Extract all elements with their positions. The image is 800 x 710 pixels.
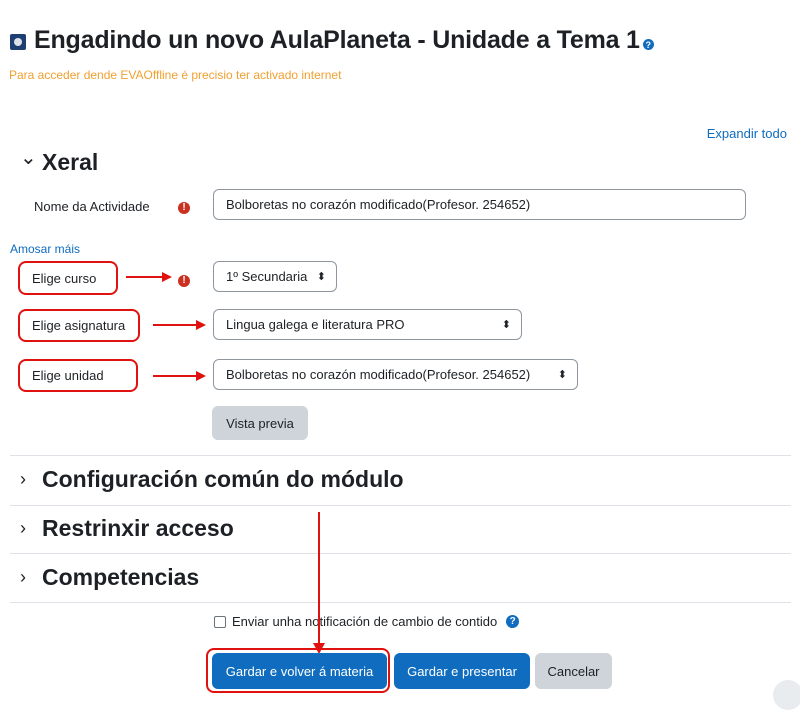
course-select-value: 1º Secundaria [226, 269, 308, 284]
preview-button[interactable]: Vista previa [212, 406, 308, 440]
aulaplaneta-icon [10, 33, 26, 50]
annotation-arrow-head [196, 320, 206, 330]
section-divider [10, 553, 791, 554]
select-caret-icon: ⬍ [557, 369, 567, 381]
unit-label: Elige unidad [32, 368, 104, 383]
course-label: Elige curso [32, 270, 97, 286]
help-icon[interactable]: ? [506, 615, 520, 628]
notify-row: Enviar unha notificación de cambio de co… [214, 614, 520, 629]
annotation-arrow-line [318, 512, 320, 645]
chevron-right-icon: › [20, 567, 26, 587]
save-return-button[interactable]: Gardar e volver á materia [212, 653, 387, 689]
select-caret-icon: ⬍ [501, 319, 511, 331]
section-common-title: Configuración común do módulo [42, 466, 404, 492]
chevron-right-icon: › [20, 518, 26, 538]
subject-label-highlight: Elige asignatura [18, 309, 140, 342]
floating-help-button[interactable] [773, 680, 800, 710]
section-competencies-header[interactable]: › Competencias [20, 564, 199, 591]
required-icon [178, 271, 190, 285]
subject-select-value: Lingua galega e literatura PRO [226, 317, 405, 332]
unit-label-highlight: Elige unidad [18, 359, 138, 392]
annotation-arrow-line [126, 276, 164, 278]
notify-label: Enviar unha notificación de cambio de co… [232, 614, 498, 629]
section-divider [10, 455, 791, 456]
show-more-link[interactable]: Amosar máis [10, 242, 80, 256]
section-restrict-header[interactable]: › Restrinxir acceso [20, 515, 234, 542]
section-competencies-title: Competencias [42, 564, 200, 590]
required-icon [178, 198, 190, 212]
save-display-button[interactable]: Gardar e presentar [394, 653, 530, 689]
offline-notice: Para acceder dende EVAOffline é precisio… [9, 68, 342, 82]
activity-name-label: Nome da Actividade [34, 199, 150, 214]
expand-all-link[interactable]: Expandir todo [707, 126, 787, 141]
help-icon[interactable]: ? [642, 39, 654, 50]
chevron-down-icon: ⌄ [20, 147, 37, 169]
annotation-arrow-line [153, 324, 198, 326]
section-divider [10, 505, 791, 506]
unit-select[interactable]: Bolboretas no corazón modificado(Profeso… [213, 359, 578, 390]
subject-select[interactable]: Lingua galega e literatura PRO ⬍ [213, 309, 522, 340]
cancel-button[interactable]: Cancelar [535, 653, 612, 689]
unit-select-value: Bolboretas no corazón modificado(Profeso… [226, 367, 531, 382]
section-general-title: Xeral [42, 149, 99, 175]
course-select[interactable]: 1º Secundaria ⬍ [213, 261, 337, 292]
section-restrict-title: Restrinxir acceso [42, 515, 234, 541]
annotation-arrow-head [162, 272, 172, 282]
page-header: Engadindo un novo AulaPlaneta - Unidade … [10, 26, 654, 55]
page-title: Engadindo un novo AulaPlaneta - Unidade … [34, 26, 640, 54]
notify-checkbox[interactable] [214, 615, 226, 628]
section-common-header[interactable]: › Configuración común do módulo [20, 466, 404, 493]
subject-label: Elige asignatura [32, 318, 126, 333]
chevron-right-icon: › [20, 469, 26, 489]
annotation-arrow-line [153, 375, 198, 377]
course-label-highlight: Elige curso [18, 261, 118, 295]
annotation-arrow-head [196, 371, 206, 381]
activity-name-input[interactable]: Bolboretas no corazón modificado(Profeso… [213, 189, 746, 220]
section-divider [10, 602, 791, 603]
select-caret-icon: ⬍ [316, 271, 326, 283]
section-general-header[interactable]: ⌄ Xeral [20, 147, 99, 176]
